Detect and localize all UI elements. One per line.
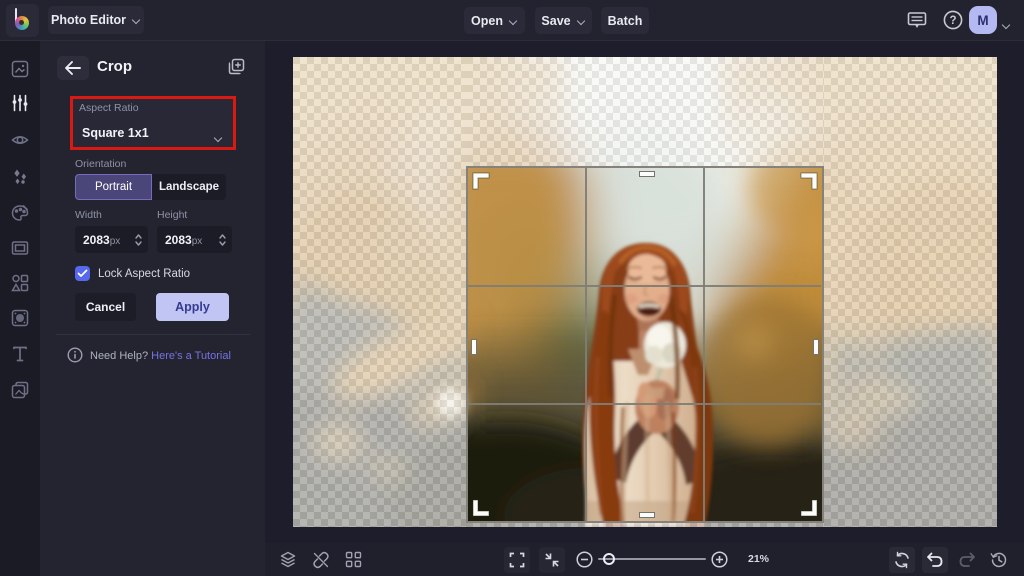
svg-text:?: ?: [949, 15, 956, 27]
